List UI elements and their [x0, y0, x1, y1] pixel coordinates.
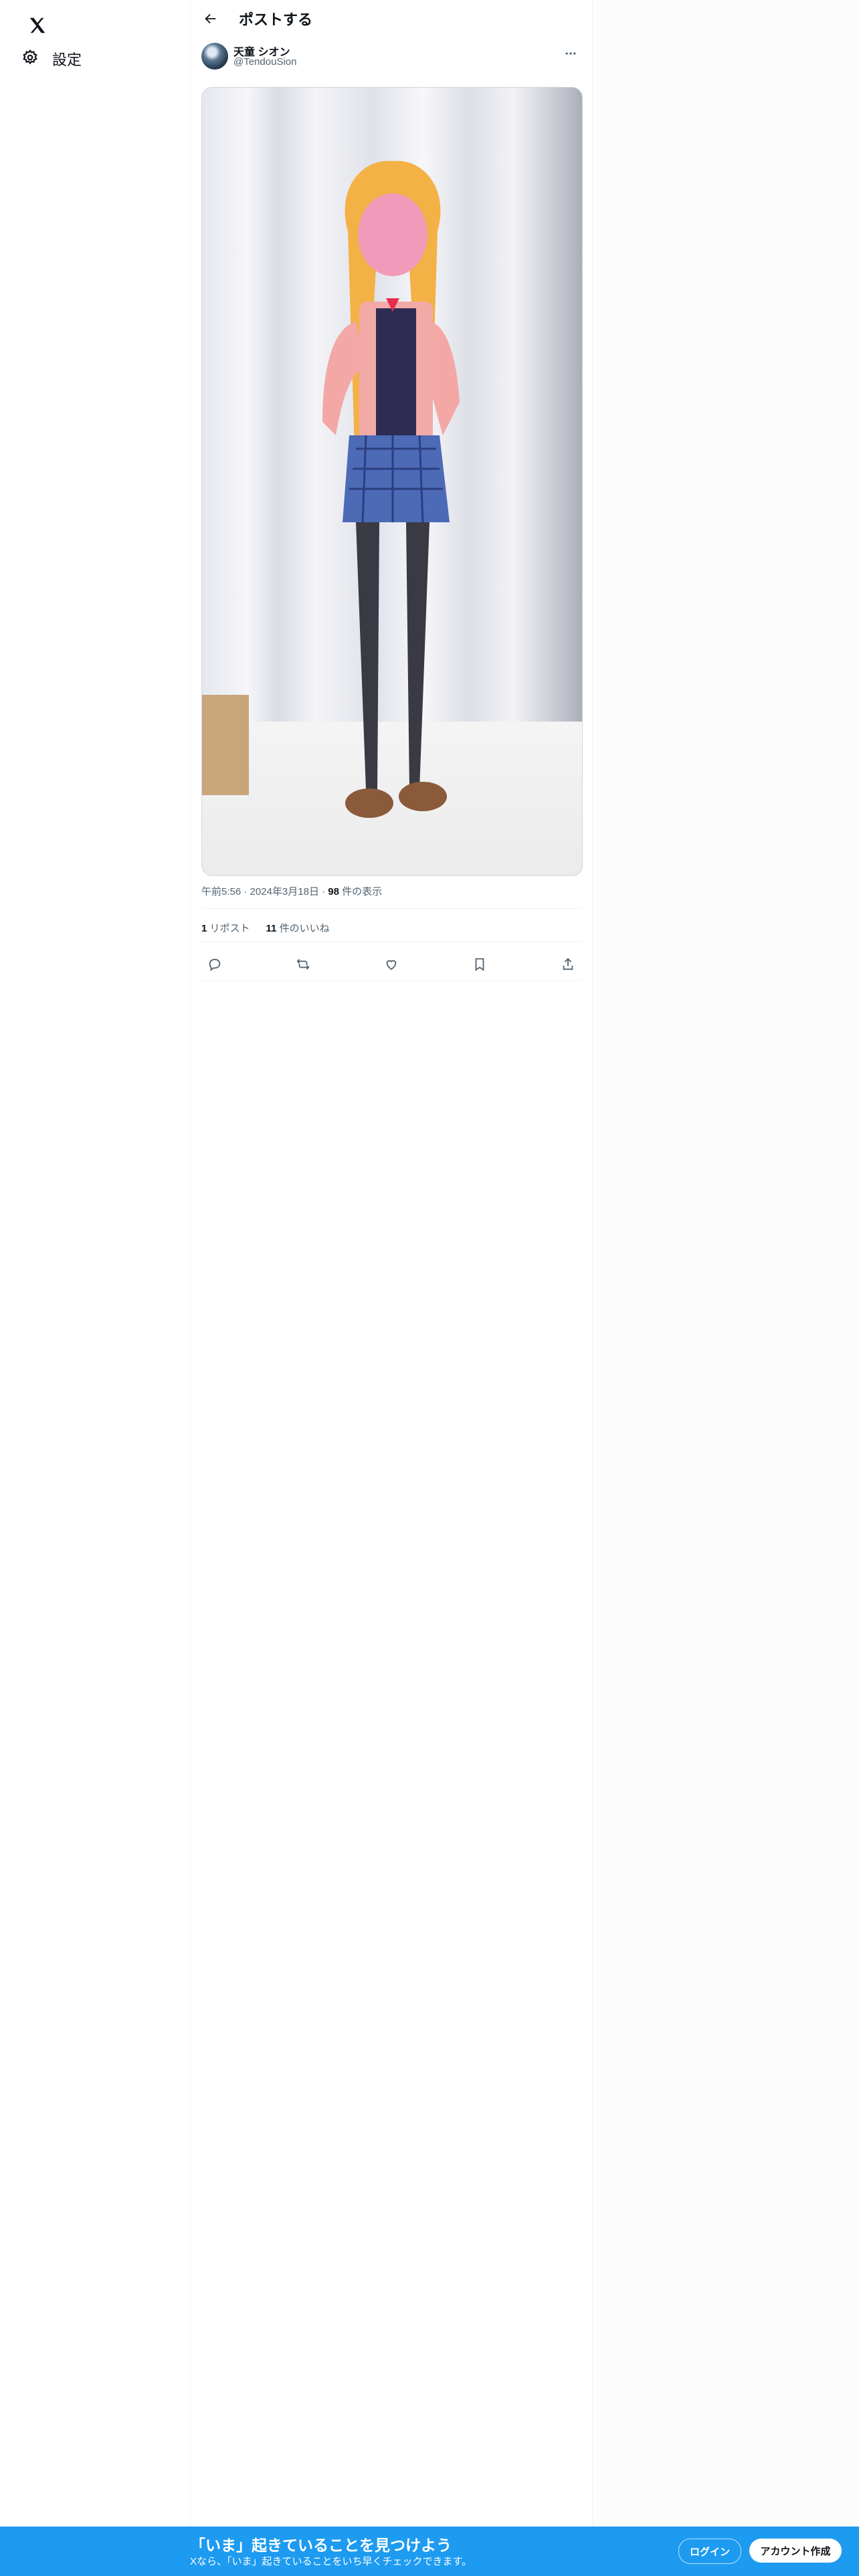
reply-button[interactable] — [201, 951, 228, 978]
bookmark-button[interactable] — [466, 951, 493, 978]
back-button[interactable] — [197, 5, 224, 32]
main-column: ポストする 天童 シオン @TendouSion 午前5:56 · 2024年3… — [190, 0, 593, 2576]
reply-icon — [209, 958, 221, 972]
avatar[interactable] — [201, 43, 228, 70]
bookmark-icon — [475, 958, 484, 971]
login-button[interactable]: ログイン — [678, 2539, 741, 2564]
divider — [201, 980, 581, 981]
back-arrow-icon — [205, 13, 216, 24]
views-count: 98 — [328, 886, 339, 897]
x-logo-icon[interactable] — [20, 8, 55, 43]
signup-button[interactable]: アカウント作成 — [749, 2539, 842, 2563]
likes-count: 11 — [266, 923, 277, 934]
share-button[interactable] — [555, 951, 581, 978]
post-stats: 1 リポスト 11 件のいいね — [201, 921, 330, 935]
cosplay-figure — [322, 160, 460, 818]
reposts-label: リポスト — [209, 923, 250, 934]
gear-icon — [21, 49, 39, 70]
like-button[interactable] — [378, 951, 405, 978]
page-header: ポストする — [191, 0, 592, 36]
share-icon — [563, 958, 573, 970]
banner-subtitle: Xなら、「いま」起きていることをいち早くチェックできます。 — [190, 2556, 472, 2567]
likes-stat[interactable]: 11 件のいいね — [266, 921, 330, 935]
post-date[interactable]: 2024年3月18日 — [250, 886, 319, 897]
more-icon — [565, 52, 576, 55]
right-sidebar — [593, 0, 859, 2576]
like-icon — [386, 960, 397, 970]
settings-label: 設定 — [52, 51, 82, 68]
page-title: ポストする — [239, 11, 313, 28]
post-meta: 午前5:56 · 2024年3月18日 · 98 件の表示 — [201, 886, 383, 897]
likes-label: 件のいいね — [279, 923, 330, 934]
divider — [201, 908, 581, 909]
views-label: 件の表示 — [342, 886, 383, 897]
post-actions — [201, 948, 581, 980]
repost-button[interactable] — [290, 951, 316, 978]
settings-link[interactable]: 設定 — [15, 43, 88, 75]
repost-icon — [296, 959, 310, 970]
author-handle[interactable]: @TendouSion — [233, 56, 296, 68]
left-sidebar: 設定 — [0, 0, 190, 2576]
banner-title: 「いま」起きていることを見つけよう — [190, 2537, 452, 2554]
reposts-count: 1 — [201, 923, 207, 934]
post-author: 天童 シオン @TendouSion — [201, 41, 581, 74]
post-image[interactable] — [201, 87, 583, 876]
signup-banner: 「いま」起きていることを見つけよう Xなら、「いま」起きていることをいち早くチェ… — [0, 2527, 859, 2576]
more-button[interactable] — [560, 43, 581, 64]
reposts-stat[interactable]: 1 リポスト — [201, 921, 250, 935]
post-time[interactable]: 午前5:56 — [201, 886, 241, 897]
